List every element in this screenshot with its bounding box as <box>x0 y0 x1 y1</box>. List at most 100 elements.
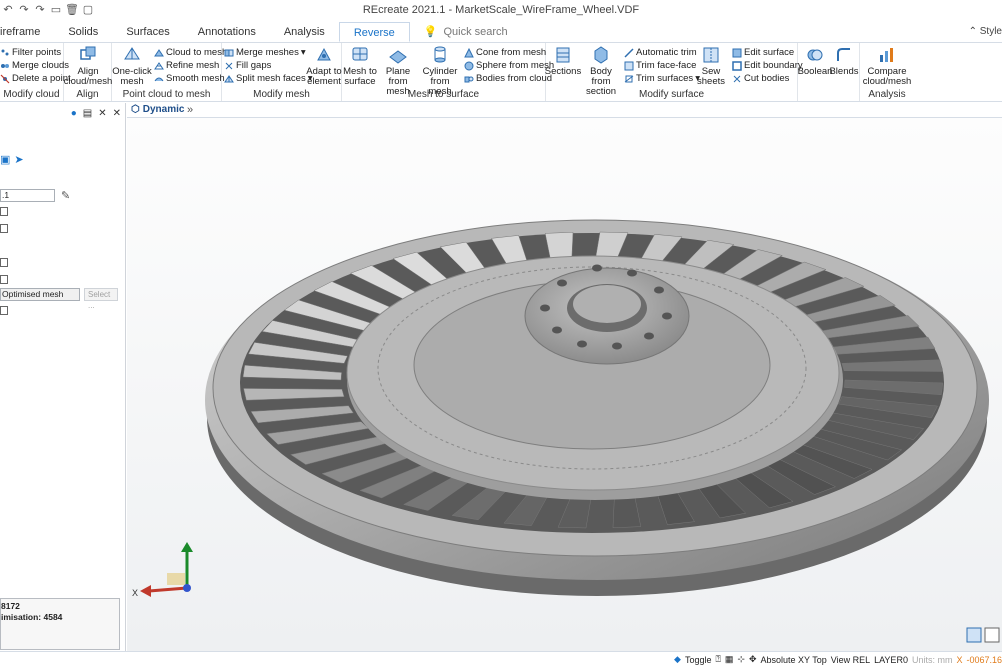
smooth-mesh-button[interactable]: Smooth mesh <box>154 72 225 85</box>
sections-icon <box>556 47 570 63</box>
bodies-from-cloud-button[interactable]: Bodies from cloud <box>464 72 552 85</box>
group-label-align: Align <box>76 89 99 100</box>
edit-pencil-icon[interactable]: ✎ <box>61 189 70 202</box>
pin-icon[interactable]: ✕ <box>98 108 106 119</box>
view-label[interactable]: View REL <box>831 655 870 665</box>
delete-point-button[interactable]: Delete a point <box>0 72 71 85</box>
compare-icon <box>880 48 893 62</box>
cloud-to-mesh-button[interactable]: Cloud to mesh <box>154 46 227 59</box>
split-mesh-faces-button[interactable]: Split mesh faces ▾ <box>224 72 312 85</box>
title-bar: ↶ ↷ ↷ ▭ 🗑 ▢ REcreate 2021.1 - MarketScal… <box>0 0 1002 20</box>
toggle-icon[interactable]: ◆ <box>674 654 681 665</box>
tab-wireframe[interactable]: ireframe <box>0 22 54 42</box>
style-dropdown[interactable]: ⌃ Style <box>969 26 1002 37</box>
group-label-mesh-to-surface: Mesh to surface <box>407 89 480 100</box>
edit-surface-button[interactable]: Edit surface <box>732 46 794 59</box>
turbine-wheel-model[interactable]: X <box>127 118 1002 651</box>
group-label-point-cloud-to-mesh: Point cloud to mesh <box>122 89 211 100</box>
viewport-3d[interactable]: X <box>127 118 1002 651</box>
trim-face-face-button[interactable]: Trim face-face <box>624 59 696 72</box>
select-button[interactable]: Select ... <box>84 288 118 310</box>
split-mesh-faces-label: Split mesh faces <box>236 73 306 84</box>
mesh-type-select[interactable]: Optimised mesh <box>0 288 80 301</box>
merge-meshes-button[interactable]: Merge meshes ▾ <box>224 46 306 59</box>
delete-point-icon <box>0 74 10 83</box>
tab-analysis[interactable]: Analysis <box>270 22 339 42</box>
trim-surfaces-icon <box>624 75 634 82</box>
group-label-modify-surface: Modify surface <box>638 89 705 100</box>
mesh-to-surface-icon <box>352 47 368 61</box>
sphere-from-mesh-button[interactable]: Sphere from mesh <box>464 59 554 72</box>
align-label: Align cloud/mesh <box>63 66 113 87</box>
viewport-tabs: ⬡ Dynamic » <box>127 103 1002 118</box>
add-view-button[interactable]: » <box>187 104 193 116</box>
fill-gaps-button[interactable]: Fill gaps <box>224 59 271 72</box>
blends-button[interactable]: Blends <box>829 45 859 77</box>
trim-surfaces-button[interactable]: Trim surfaces ▾ <box>624 72 700 85</box>
fill-gaps-label: Fill gaps <box>236 60 272 71</box>
status-items: ◆ Toggle ⍰ ▦ ⊹ ✥ Absolute XY Top View RE… <box>674 654 1002 665</box>
ribbon: Filter points Merge clouds Delete a poin… <box>0 42 1002 102</box>
sphere-from-mesh-label: Sphere from mesh <box>476 60 555 71</box>
info-line-2: imisation: 4584 <box>1 612 63 622</box>
tab-annotations[interactable]: Annotations <box>184 22 270 42</box>
x-coord-label: X <box>956 654 963 665</box>
tab-dynamic[interactable]: ⬡ Dynamic <box>131 104 184 115</box>
edit-boundary-button[interactable]: Edit boundary <box>732 59 803 72</box>
help-icon[interactable]: ⍰ <box>716 654 721 665</box>
smooth-mesh-icon <box>154 77 164 81</box>
automatic-trim-button[interactable]: Automatic trim <box>624 46 697 59</box>
option-checkbox-5[interactable] <box>0 306 8 315</box>
adapt-to-element-button[interactable]: Adapt to element <box>306 45 342 87</box>
toggle-button[interactable]: Toggle <box>685 655 712 665</box>
option-checkbox-2[interactable] <box>0 224 8 233</box>
view-cube-icons[interactable] <box>966 627 1000 643</box>
smooth-mesh-label: Smooth mesh <box>166 73 225 84</box>
one-click-mesh-button[interactable]: One-click mesh <box>112 45 152 87</box>
cone-from-mesh-button[interactable]: Cone from mesh <box>464 46 546 59</box>
bodies-from-cloud-label: Bodies from cloud <box>476 73 553 84</box>
grid-icon[interactable]: ▦ <box>725 654 734 665</box>
filter-points-icon <box>1 49 9 55</box>
quick-search-input[interactable]: Quick search <box>443 22 507 42</box>
group-align: Align cloud/mesh Align <box>64 43 112 101</box>
cut-bodies-label: Cut bodies <box>744 73 790 84</box>
value-field[interactable]: .1 <box>0 189 55 202</box>
align-cloud-mesh-button[interactable]: Align cloud/mesh <box>63 45 113 87</box>
coord-system-icon[interactable]: ✥ <box>749 654 757 665</box>
compare-cloud-mesh-button[interactable]: Compare cloud/mesh <box>862 45 912 87</box>
option-checkbox-4[interactable] <box>0 275 8 284</box>
option-checkbox-3[interactable] <box>0 258 8 267</box>
refine-mesh-button[interactable]: Refine mesh <box>154 59 219 72</box>
merge-clouds-button[interactable]: Merge clouds <box>0 59 69 72</box>
close-icon[interactable]: ✕ <box>113 108 121 119</box>
tab-solids[interactable]: Solids <box>54 22 112 42</box>
filter-points-button[interactable]: Filter points <box>0 46 61 59</box>
info-icon[interactable]: ● <box>71 108 77 119</box>
tab-reverse[interactable]: Reverse <box>338 22 410 42</box>
tab-surfaces[interactable]: Surfaces <box>112 22 183 42</box>
info-box: 8172 imisation: 4584 <box>0 598 120 650</box>
option-checkbox-1[interactable] <box>0 207 8 216</box>
document-icon[interactable]: ▤ <box>83 108 92 119</box>
merge-meshes-label: Merge meshes <box>236 47 299 58</box>
quick-search[interactable]: 💡 Quick search <box>424 22 508 42</box>
mesh-to-surface-button[interactable]: Mesh to surface <box>342 45 378 87</box>
snap-icon[interactable]: ⊹ <box>737 654 745 665</box>
cut-bodies-button[interactable]: Cut bodies <box>732 72 789 85</box>
bodies-icon <box>464 76 474 82</box>
sections-label: Sections <box>544 66 582 77</box>
sections-button[interactable]: Sections <box>544 45 582 77</box>
adapt-to-element-icon <box>317 47 331 61</box>
group-modify-mesh: Merge meshes ▾ Fill gaps Split mesh faces… <box>222 43 342 101</box>
layer-label[interactable]: LAYER0 <box>874 655 908 665</box>
select-box-icon[interactable]: ▣ <box>0 153 10 166</box>
sew-sheets-button[interactable]: Sew sheets <box>696 45 726 87</box>
group-modify-cloud: Filter points Merge clouds Delete a poin… <box>0 43 71 101</box>
merge-meshes-icon <box>224 49 234 56</box>
coord-system-label[interactable]: Absolute XY Top <box>761 655 827 665</box>
cursor-icon[interactable]: ➤ <box>14 153 23 166</box>
boolean-button[interactable]: Boolean <box>798 45 832 77</box>
left-panel: ● ▤ ✕ ✕ ▣ ➤ .1 ✎ Optimised mesh Select .… <box>0 103 126 651</box>
edit-surface-label: Edit surface <box>744 47 795 58</box>
